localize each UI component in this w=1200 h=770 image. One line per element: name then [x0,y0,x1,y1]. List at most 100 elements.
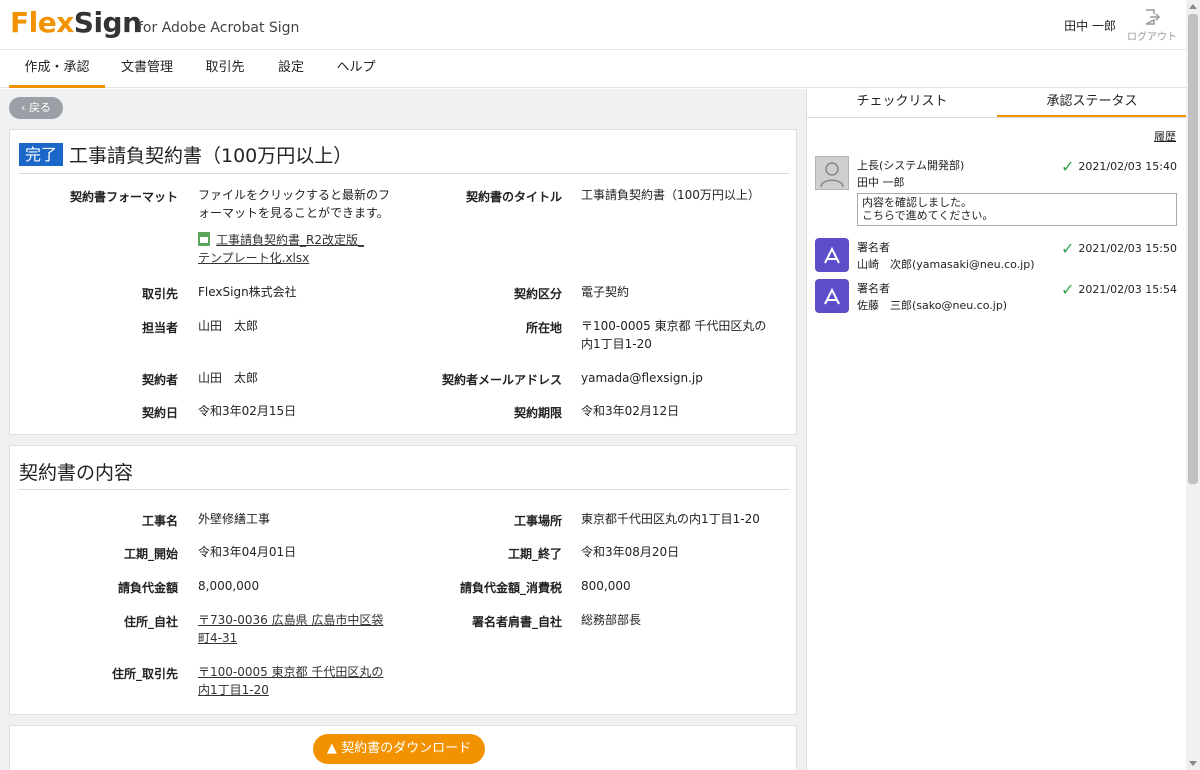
logo-flex: Flex [10,6,74,39]
scroll-up-icon[interactable] [1189,4,1197,9]
app-header: FlexSign for Adobe Acrobat Sign 田中 一郎 ログ… [0,0,1186,50]
format-file-line1: 工事請負契約書_R2改定版_ [216,233,364,247]
client-label: 取引先 [141,287,178,301]
signer-email-value: yamada@flexsign.jp [581,371,703,385]
app-logo[interactable]: FlexSign [10,6,142,39]
download-icon: ▲ [326,741,337,756]
nav-spacer [806,50,1186,88]
status-badge: 完了 [19,143,64,166]
work-name-value: 外壁修繕工事 [198,512,271,526]
entry-name: 佐藤 三郎(sako@neu.co.jp) [857,299,1008,312]
tax-value: 800,000 [581,579,631,593]
amount-value: 8,000,000 [198,579,260,593]
logout-button[interactable]: ログアウト [1126,8,1178,43]
deadline-label: 契約期限 [513,406,562,420]
check-icon: ✓ [1060,280,1075,299]
tab-approval-status[interactable]: 承認ステータス [997,89,1187,118]
doc-title-label: 契約書のタイトル [465,190,562,204]
format-label: 契約書フォーマット [69,190,178,204]
contract-type-label: 契約区分 [513,287,562,301]
work-name-label: 工事名 [141,514,178,528]
person-label: 担当者 [141,321,178,335]
main-content: ‹ 戻る 完了 工事請負契約書（100万円以上） 契約書フォーマット ファイルを… [0,89,806,770]
own-address-label: 住所_自社 [123,615,178,629]
end-label: 工期_終了 [507,547,562,561]
entry-name: 山崎 次郎(yamasaki@neu.co.jp) [857,258,1035,271]
contract-type-value: 電子契約 [581,285,630,299]
own-address-line1: 〒730-0036 広島県 広島市中区袋 [198,613,384,627]
logout-label: ログアウト [1127,32,1177,43]
client-address-link[interactable]: 〒100-0005 東京都 千代田区丸の 内1丁目1-20 [198,663,408,699]
entry-role: 署名者 [857,241,890,254]
entry-timestamp: ✓ 2021/02/03 15:40 [1061,157,1177,176]
deadline-value: 令和3年02月12日 [581,404,680,418]
tab-documents[interactable]: 文書管理 [112,50,182,88]
contract-info-card: 完了 工事請負契約書（100万円以上） 契約書フォーマット ファイルをクリックす… [9,129,797,435]
timestamp-text: 2021/02/03 15:40 [1078,160,1177,173]
format-file-line2: テンプレート化.xlsx [198,251,310,265]
doc-title-value: 工事請負契約書（100万円以上） [581,188,760,202]
entry-name: 田中 一郎 [857,176,905,189]
download-card: ▲ 契約書のダウンロード [9,725,797,770]
client-address-line1: 〒100-0005 東京都 千代田区丸の [198,665,384,679]
contract-title: 工事請負契約書（100万円以上） [69,145,353,167]
address-value: 〒100-0005 東京都 千代田区丸の 内1丁目1-20 [581,317,791,353]
entry-role: 上長(システム開発部) [857,159,965,172]
entry-role: 署名者 [857,282,890,295]
back-button[interactable]: ‹ 戻る [9,97,63,119]
tab-help[interactable]: ヘルプ [328,50,384,88]
work-place-value: 東京都千代田区丸の内1丁目1-20 [581,512,760,526]
status-entry: 署名者 山崎 次郎(yamasaki@neu.co.jp) ✓ 2021/02/0… [815,238,1177,272]
page-scrollbar[interactable] [1186,0,1200,770]
signer-email-label: 契約者メールアドレス [441,373,562,387]
start-label: 工期_開始 [123,547,178,561]
tab-clients[interactable]: 取引先 [196,50,254,88]
content-section-title: 契約書の内容 [19,458,789,490]
address-line2: 内1丁目1-20 [581,337,652,351]
contract-date-label: 契約日 [141,406,178,420]
address-line1: 〒100-0005 東京都 千代田区丸の [581,319,767,333]
tax-label: 請負代金額_消費税 [459,581,562,595]
user-name: 田中 一郎 [1064,19,1116,33]
format-file-link[interactable]: 工事請負契約書_R2改定版_ テンプレート化.xlsx [198,231,398,267]
work-place-label: 工事場所 [513,514,562,528]
own-address-link[interactable]: 〒730-0036 広島県 広島市中区袋 町4-31 [198,611,408,647]
chevron-left-icon: ‹ [21,101,29,114]
logout-icon [1145,9,1161,25]
status-entry: 署名者 佐藤 三郎(sako@neu.co.jp) ✓ 2021/02/03 15… [815,279,1177,313]
tab-settings[interactable]: 設定 [268,50,314,88]
person-value: 山田 太郎 [198,319,259,333]
entry-timestamp: ✓ 2021/02/03 15:54 [1061,280,1177,299]
timestamp-text: 2021/02/03 15:50 [1078,242,1177,255]
scroll-thumb[interactable] [1188,14,1198,484]
main-nav: 作成・承認 文書管理 取引先 設定 ヘルプ [0,50,806,88]
start-value: 令和3年04月01日 [198,545,297,559]
download-label: 契約書のダウンロード [341,741,472,756]
address-label: 所在地 [525,321,562,335]
user-placeholder-icon [815,156,849,190]
own-title-value: 総務部部長 [581,613,642,627]
amount-label: 請負代金額 [117,581,178,595]
timestamp-text: 2021/02/03 15:54 [1078,283,1177,296]
check-icon: ✓ [1060,157,1075,176]
logo-subtitle: for Adobe Acrobat Sign [138,20,300,36]
entry-comment: 内容を確認しました。 こちらで進めてください。 [857,193,1177,226]
download-button[interactable]: ▲ 契約書のダウンロード [313,734,485,764]
history-link[interactable]: 履歴 [1154,128,1176,144]
tab-checklist[interactable]: チェックリスト [807,89,997,118]
scroll-down-icon[interactable] [1189,761,1197,766]
logo-sign: Sign [73,6,142,39]
status-panel: チェックリスト 承認ステータス 履歴 上長(システム開発部) 田中 一郎 ✓ 20… [806,89,1187,770]
acrobat-icon [815,238,849,272]
client-value: FlexSign株式会社 [198,285,297,299]
signer-value: 山田 太郎 [198,371,259,385]
contract-date-value: 令和3年02月15日 [198,404,297,418]
client-address-line2: 内1丁目1-20 [198,683,269,697]
end-value: 令和3年08月20日 [581,545,680,559]
contract-title-row: 完了 工事請負契約書（100万円以上） [19,142,789,174]
own-address-line2: 町4-31 [198,631,238,645]
check-icon: ✓ [1060,239,1075,258]
acrobat-icon [815,279,849,313]
format-note: ファイルをクリックすると最新のフォーマットを見ることができます。 [198,188,391,220]
tab-create-approve[interactable]: 作成・承認 [9,50,105,88]
